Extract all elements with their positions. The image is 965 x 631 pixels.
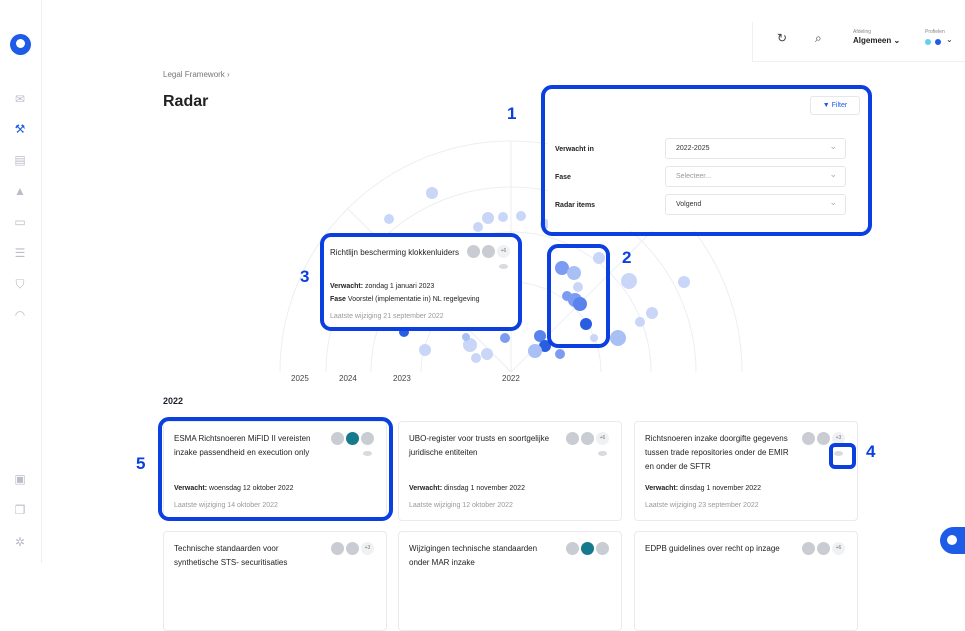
annotation-box-4 xyxy=(829,443,856,469)
avatar xyxy=(817,432,830,445)
annotation-box-2 xyxy=(547,244,610,348)
document-icon[interactable]: ▣ xyxy=(13,472,27,486)
annotation-box-5 xyxy=(158,417,393,521)
card-last-change: Laatste wijziging 23 september 2022 xyxy=(645,502,759,509)
radar-axis-label: 2024 xyxy=(339,374,357,383)
chat-launcher-button[interactable] xyxy=(940,527,965,554)
card-title: EDPB guidelines over recht op inzage xyxy=(645,544,780,553)
avatar xyxy=(581,432,594,445)
card-title: Wijzigingen technische standaarden onder… xyxy=(409,544,538,567)
annotation-label-3: 3 xyxy=(300,267,310,286)
card-title: Technische standaarden voor synthetische… xyxy=(174,544,288,567)
avatar-count: +3 xyxy=(361,542,374,555)
annotation-label-4: 4 xyxy=(866,442,876,461)
radar-item-card[interactable]: Wijzigingen technische standaarden onder… xyxy=(398,531,622,631)
avatar-count: +6 xyxy=(832,542,845,555)
avatar xyxy=(802,542,815,555)
card-avatars: +3 xyxy=(329,542,374,555)
radar-item-card[interactable]: UBO-register voor trusts en soortgelijke… xyxy=(398,421,622,521)
avatar xyxy=(566,432,579,445)
card-last-change: Laatste wijziging 12 oktober 2022 xyxy=(409,502,513,509)
avatar-count: +6 xyxy=(596,432,609,445)
annotation-box-3 xyxy=(320,233,522,331)
settings-icon[interactable]: ✲ xyxy=(13,535,27,549)
card-expected: Verwacht: dinsdag 1 november 2022 xyxy=(409,485,525,492)
avatar xyxy=(817,542,830,555)
avatar xyxy=(331,542,344,555)
radar-item-card[interactable]: Technische standaarden voor synthetische… xyxy=(163,531,387,631)
card-avatars: +6 xyxy=(800,542,845,555)
copy-icon[interactable]: ❐ xyxy=(13,503,27,517)
card-avatars xyxy=(564,542,609,555)
avatar xyxy=(566,542,579,555)
card-title: UBO-register voor trusts en soortgelijke… xyxy=(409,434,550,457)
annotation-label-1: 1 xyxy=(507,104,517,123)
radar-item-card[interactable]: Richtsnoeren inzake doorgifte gegevens t… xyxy=(634,421,858,521)
radar-axis-label: 2025 xyxy=(291,374,309,383)
card-title: Richtsnoeren inzake doorgifte gegevens t… xyxy=(645,434,789,471)
radar-axis-label: 2023 xyxy=(393,374,411,383)
card-expected: Verwacht: dinsdag 1 november 2022 xyxy=(645,485,761,492)
annotation-box-1 xyxy=(541,85,872,236)
annotation-label-2: 2 xyxy=(622,248,632,267)
radar-item-card[interactable]: EDPB guidelines over recht op inzage +6 xyxy=(634,531,858,631)
avatar xyxy=(346,542,359,555)
avatar xyxy=(581,542,594,555)
avatar xyxy=(596,542,609,555)
year-section-title: 2022 xyxy=(163,396,184,406)
annotation-label-5: 5 xyxy=(136,454,146,473)
card-avatars: +6 xyxy=(564,432,609,445)
avatar xyxy=(802,432,815,445)
eye-icon[interactable] xyxy=(598,451,607,456)
radar-axis-label: 2022 xyxy=(502,374,520,383)
